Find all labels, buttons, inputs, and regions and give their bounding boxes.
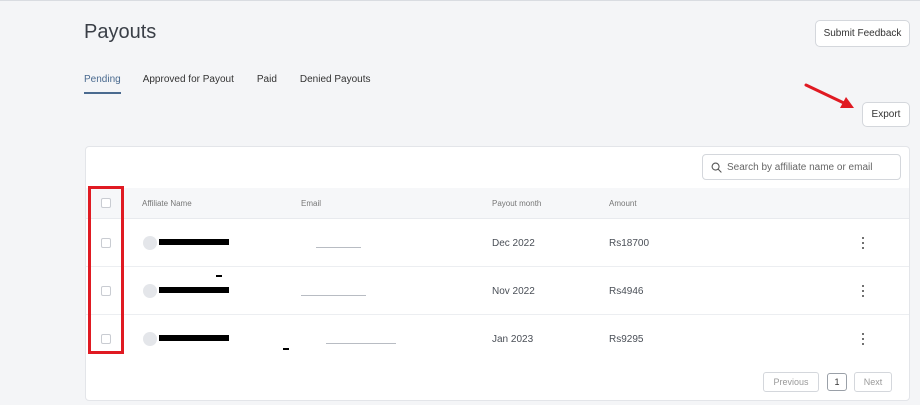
redaction-mark — [216, 275, 222, 277]
submit-feedback-button[interactable]: Submit Feedback — [815, 20, 910, 47]
redacted-email — [301, 295, 366, 296]
redacted-affiliate-name — [159, 287, 229, 293]
redacted-email — [316, 247, 361, 248]
select-all-checkbox[interactable] — [101, 198, 111, 208]
payout-tabs: Pending Approved for Payout Paid Denied … — [84, 74, 394, 94]
export-button[interactable]: Export — [862, 102, 910, 127]
tab-approved-for-payout[interactable]: Approved for Payout — [143, 74, 234, 94]
next-page-button[interactable]: Next — [854, 372, 892, 392]
row-menu-icon[interactable] — [858, 332, 868, 346]
search-input[interactable] — [727, 161, 897, 173]
redacted-affiliate-name — [159, 335, 229, 341]
amount-cell: Rs9295 — [609, 334, 644, 345]
column-header-email: Email — [301, 199, 322, 208]
redaction-mark — [283, 348, 289, 350]
amount-cell: Rs4946 — [609, 286, 644, 297]
row-checkbox[interactable] — [101, 238, 111, 248]
amount-cell: Rs18700 — [609, 238, 650, 249]
avatar — [143, 332, 157, 346]
table-row[interactable]: Nov 2022 Rs4946 — [86, 267, 909, 315]
avatar — [143, 284, 157, 298]
table-row[interactable]: Dec 2022 Rs18700 — [86, 219, 909, 267]
top-divider — [0, 0, 920, 1]
row-checkbox[interactable] — [101, 286, 111, 296]
annotation-arrow-icon — [804, 83, 854, 108]
table-header: Affiliate Name Email Payout month Amount — [86, 188, 909, 219]
payout-month-cell: Dec 2022 — [492, 238, 535, 249]
payout-month-cell: Nov 2022 — [492, 286, 535, 297]
row-checkbox[interactable] — [101, 334, 111, 344]
tab-denied-payouts[interactable]: Denied Payouts — [300, 74, 371, 94]
tab-paid[interactable]: Paid — [257, 74, 277, 94]
search-box[interactable] — [702, 154, 901, 180]
avatar — [143, 236, 157, 250]
payout-month-cell: Jan 2023 — [492, 334, 534, 345]
column-header-payout-month: Payout month — [492, 199, 542, 208]
page-number-button[interactable]: 1 — [827, 373, 847, 391]
redacted-email — [326, 343, 396, 344]
page-title: Payouts — [84, 21, 157, 43]
row-menu-icon[interactable] — [858, 236, 868, 250]
column-header-affiliate-name: Affiliate Name — [142, 199, 192, 208]
row-menu-icon[interactable] — [858, 284, 868, 298]
tab-pending[interactable]: Pending — [84, 74, 121, 94]
column-header-amount: Amount — [609, 199, 637, 208]
previous-page-button[interactable]: Previous — [763, 372, 819, 392]
payouts-table-card: Affiliate Name Email Payout month Amount… — [85, 146, 910, 401]
table-row[interactable]: Jan 2023 Rs9295 — [86, 315, 909, 363]
redacted-affiliate-name — [159, 239, 229, 245]
search-icon — [711, 162, 722, 173]
